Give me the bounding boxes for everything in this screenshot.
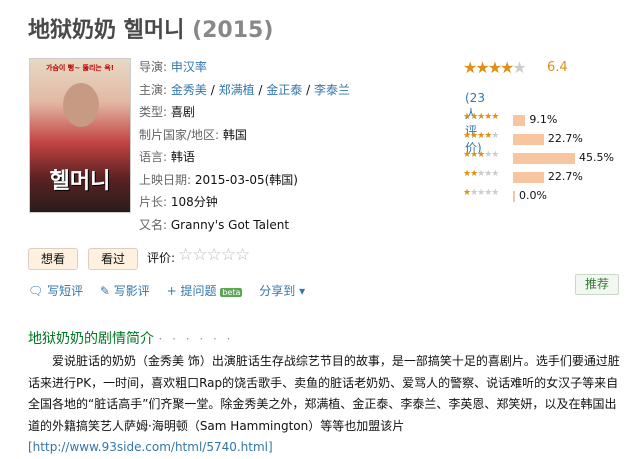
rating-percent: 0.0% — [519, 189, 547, 202]
aka-label: 又名: — [139, 217, 168, 232]
rating-row-stars-icon: ★★★★★ — [463, 112, 499, 122]
info-release: 上映日期: 2015-03-05(韩国) — [139, 169, 359, 192]
chevron-down-icon: ▾ — [299, 284, 306, 298]
country-label: 制片国家/地区: — [139, 127, 220, 142]
rating-stars-icon: ★★★★★ — [463, 58, 527, 77]
rating-bar — [513, 172, 544, 183]
movie-year: (2015) — [192, 18, 274, 43]
rating-bar — [513, 153, 575, 164]
release-value: 2015-03-05(韩国) — [194, 172, 298, 187]
rating-row: ★★★★★ 0.0% — [463, 188, 633, 206]
cast-link[interactable]: 金正泰 — [266, 83, 302, 97]
summary-text: 爱说脏话的奶奶（金秀美 饰）出演脏话生存战综艺节目的故事，是一部搞笑十足的喜剧片… — [28, 351, 620, 459]
genre-value: 喜剧 — [170, 105, 195, 119]
poster-tagline: 가슴이 뻥~ 뚫리는 욕! — [46, 64, 114, 72]
cast-link[interactable]: 郑满植 — [219, 83, 255, 97]
info-country: 制片国家/地区: 韩国 — [139, 124, 359, 147]
cast-link[interactable]: 金秀美 — [171, 83, 207, 97]
rate-label: 评价: — [147, 251, 176, 265]
info-aka: 又名: Granny's Got Talent — [139, 214, 359, 237]
release-label: 上映日期: — [139, 172, 192, 187]
info-cast: 主演: 金秀美 / 郑满植 / 金正泰 / 李泰兰 — [139, 82, 350, 97]
movie-info: 导演: 申汉率 主演: 金秀美 / 郑满植 / 金正泰 / 李泰兰 类型: 喜剧… — [139, 56, 359, 236]
pencil-icon: ✎ — [99, 284, 110, 298]
runtime-value: 108分钟 — [170, 195, 218, 209]
info-director: 导演: 申汉率 — [139, 56, 359, 79]
country-value: 韩国 — [222, 127, 247, 142]
rating-score: 6.4 — [547, 60, 568, 75]
rating-row: ★★★★★ 45.5% — [463, 150, 633, 168]
info-genre: 类型: 喜剧 — [139, 101, 359, 124]
director-link[interactable]: 申汉率 — [171, 60, 207, 74]
summary-dots: · · · · · · — [158, 332, 234, 346]
director-label: 导演: — [139, 60, 168, 74]
rating-percent: 45.5% — [579, 151, 614, 164]
want-to-watch-button[interactable]: 想看 — [28, 248, 78, 270]
rating-bar — [513, 134, 544, 145]
cast-link[interactable]: 李泰兰 — [314, 83, 350, 97]
rate-stars-input[interactable]: ☆☆☆☆☆ — [178, 245, 250, 265]
language-value: 韩语 — [170, 150, 195, 164]
rating-percent: 22.7% — [547, 170, 583, 183]
rating-bar — [513, 115, 526, 126]
rating-bar — [513, 191, 515, 202]
cast-label: 主演: — [139, 82, 168, 97]
page-title: 地狱奶奶 헬머니 (2015) — [28, 12, 273, 44]
language-label: 语言: — [139, 150, 168, 164]
share-button[interactable]: 分享到 ▾ — [259, 284, 305, 298]
aka-value: Granny's Got Talent — [170, 217, 290, 232]
poster-title: 헬머니 — [49, 169, 111, 194]
summary-source-link[interactable]: [http://www.93side.com/html/5740.html] — [28, 440, 273, 454]
write-short-review-button[interactable]: 🗨 写短评 — [28, 284, 83, 298]
summary-body: 爱说脏话的奶奶（金秀美 饰）出演脏话生存战综艺节目的故事，是一部搞笑十足的喜剧片… — [28, 354, 620, 433]
rating-row-stars-icon: ★★★★★ — [463, 169, 499, 179]
beta-badge: beta — [220, 288, 243, 297]
ask-question-button[interactable]: + 提问题 beta — [167, 284, 243, 298]
rating-percent: 9.1% — [529, 113, 558, 126]
rating-row-stars-icon: ★★★★★ — [463, 188, 499, 198]
rating-row: ★★★★★ 9.1% — [463, 112, 633, 130]
rating-percent: 22.7% — [547, 132, 583, 145]
action-bar: 🗨 写短评 ✎ 写影评 + 提问题 beta 分享到 ▾ — [28, 282, 318, 299]
rating-row-stars-icon: ★★★★★ — [463, 150, 499, 160]
watched-button[interactable]: 看过 — [88, 248, 138, 270]
runtime-label: 片长: — [139, 195, 168, 209]
poster-face — [63, 83, 99, 127]
rating-row: ★★★★★ 22.7% — [463, 169, 633, 187]
rating-row: ★★★★★ 22.7% — [463, 131, 633, 149]
info-language: 语言: 韩语 — [139, 146, 359, 169]
rating-row-stars-icon: ★★★★★ — [463, 131, 499, 141]
movie-title: 地狱奶奶 헬머니 — [28, 18, 185, 43]
recommend-button[interactable]: 推荐 — [575, 274, 619, 295]
comment-icon: 🗨 — [28, 284, 44, 298]
genre-label: 类型: — [139, 105, 168, 119]
summary-heading: 地狱奶奶的剧情简介 · · · · · · — [28, 331, 234, 347]
write-review-button[interactable]: ✎ 写影评 — [100, 284, 150, 298]
info-runtime: 片长: 108分钟 — [139, 191, 359, 214]
movie-page: 地狱奶奶 헬머니 (2015) 가슴이 뻥~ 뚫리는 욕! 헬머니 导演: 申汉… — [0, 0, 635, 454]
movie-poster[interactable]: 가슴이 뻥~ 뚫리는 욕! 헬머니 — [29, 58, 131, 213]
